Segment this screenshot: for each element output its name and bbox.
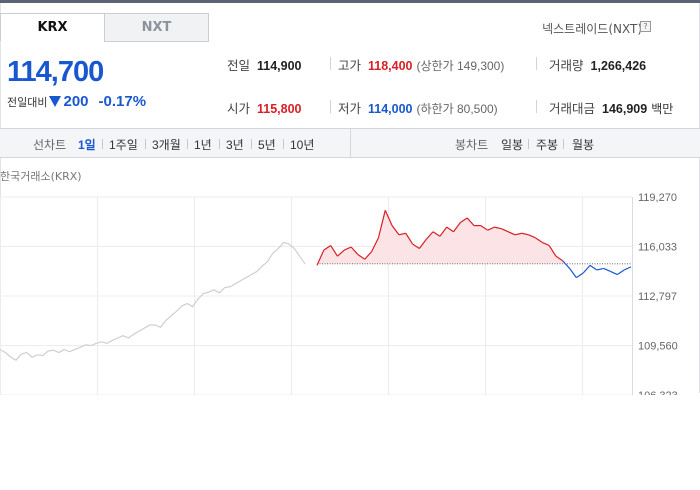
price-change-row: 전일대비 200 -0.17% xyxy=(7,93,146,110)
chart-lines xyxy=(0,210,632,361)
today-line-segment xyxy=(610,270,618,276)
today-line-segment xyxy=(562,260,571,269)
candle-monthly[interactable]: 월봉 xyxy=(572,136,594,153)
y-tick-label: 119,270 xyxy=(638,192,677,204)
period-3m[interactable]: 3개월 xyxy=(152,136,181,153)
down-triangle-icon xyxy=(49,96,62,107)
today-line-segment xyxy=(596,267,604,271)
today-line-segment xyxy=(569,268,577,278)
market-tabs: KRX NXT xyxy=(0,13,209,42)
chart-fill-area xyxy=(317,210,631,265)
lower-limit: (하한가 80,500) xyxy=(416,102,498,116)
divider xyxy=(330,100,331,113)
y-tick-label: 109,560 xyxy=(638,340,678,352)
change-label: 전일대비 xyxy=(7,96,48,109)
stat-value: 114,900 xyxy=(257,59,302,73)
stat-prev-close: 전일 114,900 xyxy=(227,55,302,74)
period-1w[interactable]: 1주일 xyxy=(109,136,138,153)
period-1d[interactable]: 1일 xyxy=(78,136,96,153)
stat-label: 거래량 xyxy=(549,59,584,73)
y-tick-label: 106,323 xyxy=(638,390,678,395)
divider xyxy=(283,139,284,149)
candle-daily[interactable]: 일봉 xyxy=(501,136,523,153)
upper-limit: (상한가 149,300) xyxy=(416,59,505,73)
chart-grid xyxy=(0,196,633,395)
stat-label: 거래대금 xyxy=(549,102,596,116)
period-10y[interactable]: 10년 xyxy=(290,136,314,153)
divider xyxy=(536,57,537,70)
today-line-segment xyxy=(623,266,632,271)
stat-value: 146,909 xyxy=(602,102,648,116)
divider xyxy=(563,139,564,149)
y-tick-label: 112,797 xyxy=(638,291,677,303)
chart-toolbar: 선차트 1일 1주일 3개월 1년 3년 5년 10년 봉차트 일봉 주봉 월봉 xyxy=(0,128,700,158)
change-value: 200 xyxy=(63,93,89,110)
tab-krx[interactable]: KRX xyxy=(0,13,105,42)
stat-value: 118,400 xyxy=(368,59,413,73)
chart-source-label: 한국거래소(KRX) xyxy=(0,170,82,183)
stat-value: 115,800 xyxy=(257,102,302,116)
current-price: 114,700 xyxy=(7,56,104,88)
divider xyxy=(219,139,220,149)
y-axis-labels: 119,270 116,033 112,797 109,560 106,323 xyxy=(638,192,678,395)
candle-weekly[interactable]: 주봉 xyxy=(536,136,558,153)
stat-label: 전일 xyxy=(227,59,251,73)
history-line xyxy=(0,241,306,361)
divider xyxy=(528,139,529,149)
divider xyxy=(536,100,537,113)
price-chart: 119,270 116,033 112,797 109,560 106,323 xyxy=(0,192,678,395)
toolbar-divider xyxy=(350,129,351,157)
today-line-segment xyxy=(617,269,625,276)
period-1y[interactable]: 1년 xyxy=(194,136,212,153)
divider xyxy=(251,139,252,149)
today-fill-area xyxy=(317,210,631,264)
help-icon[interactable]: ? xyxy=(640,21,651,32)
nextrade-link[interactable]: 넥스트레이드(NXT) xyxy=(542,20,642,37)
divider xyxy=(145,139,146,149)
divider xyxy=(330,57,331,70)
stat-amount: 거래대금 146,909 백만 xyxy=(549,98,673,117)
stat-unit: 백만 xyxy=(651,102,674,116)
today-line-segment xyxy=(603,267,611,273)
divider xyxy=(102,139,103,149)
stat-high: 고가 118,400 (상한가 149,300) xyxy=(338,55,504,74)
period-5y[interactable]: 5년 xyxy=(258,136,276,153)
line-chart-label: 선차트 xyxy=(33,138,67,152)
stat-value: 1,266,426 xyxy=(590,59,647,73)
stat-open: 시가 115,800 xyxy=(227,98,302,117)
y-tick-label: 116,033 xyxy=(638,242,677,254)
stat-label: 고가 xyxy=(338,59,362,73)
tab-nxt[interactable]: NXT xyxy=(104,13,209,42)
change-percent: -0.17% xyxy=(98,93,147,110)
stat-low: 저가 114,000 (하한가 80,500) xyxy=(338,98,498,117)
divider xyxy=(187,139,188,149)
candle-chart-label: 봉차트 xyxy=(455,138,489,152)
period-3y[interactable]: 3년 xyxy=(226,136,244,153)
stat-volume: 거래량 1,266,426 xyxy=(549,55,646,74)
stat-label: 저가 xyxy=(338,102,362,116)
stat-label: 시가 xyxy=(227,102,251,116)
top-accent-bar xyxy=(0,0,700,3)
stat-value: 114,000 xyxy=(368,102,413,116)
today-line-segment xyxy=(589,264,598,271)
today-line-segment xyxy=(582,264,591,274)
